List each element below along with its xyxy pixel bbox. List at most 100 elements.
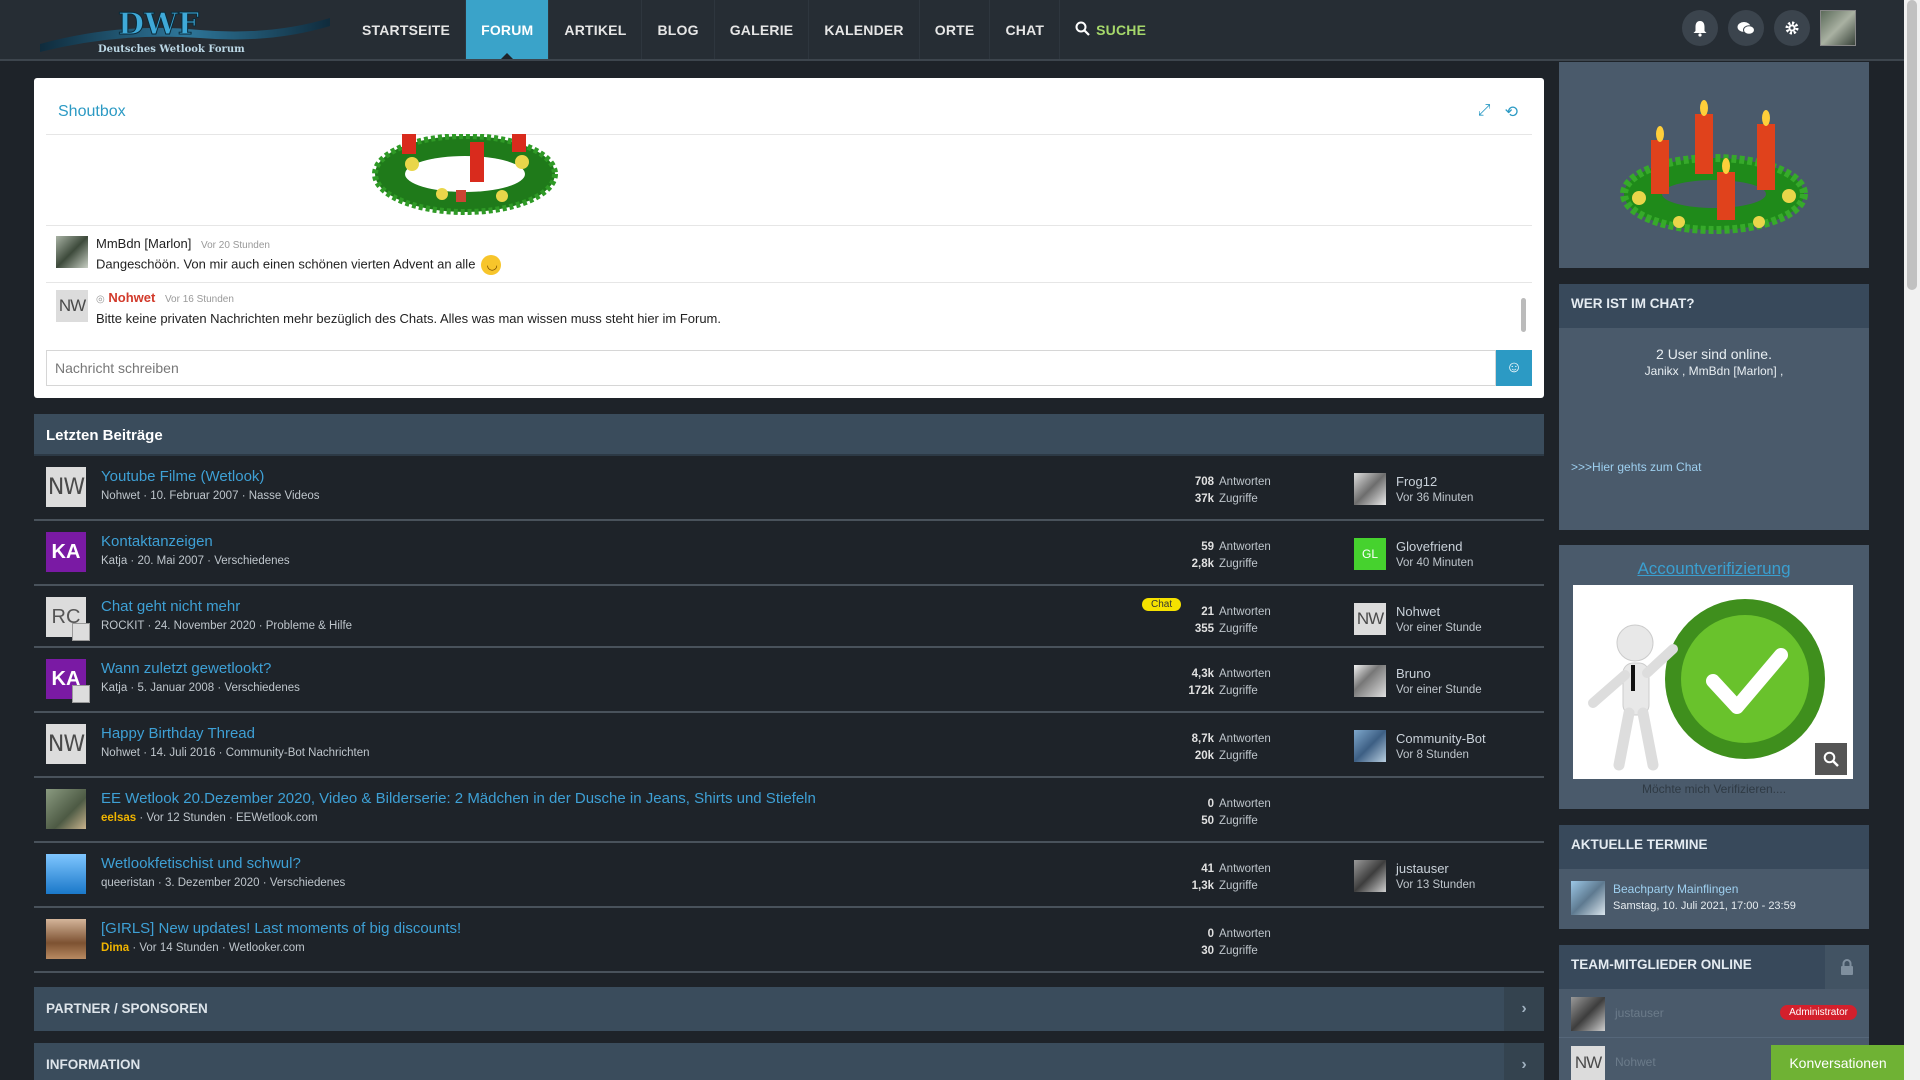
last-poster-name[interactable]: Community-Bot [1396,731,1486,746]
nav-blog[interactable]: BLOG [642,0,715,59]
avatar[interactable]: KA [46,532,86,572]
last-poster-avatar[interactable] [1354,730,1386,762]
user-tools [1682,10,1856,46]
chevron-right-icon[interactable]: › [1504,987,1544,1031]
section-partner-sponsoren[interactable]: PARTNER / SPONSOREN › [34,987,1544,1031]
event-title[interactable]: Beachparty Mainflingen [1613,882,1738,896]
last-poster-name[interactable]: Nohwet [1396,604,1440,619]
post-author[interactable]: Katja [101,555,127,567]
verify-title[interactable]: Accountverifizierung [1559,559,1869,579]
post-forum[interactable]: Wetlooker.com [229,942,305,954]
gear-icon[interactable] [1774,10,1810,46]
avatar[interactable] [56,236,88,268]
last-poster-avatar[interactable] [1354,473,1386,505]
last-poster-name[interactable]: Frog12 [1396,474,1437,489]
post-title[interactable]: Happy Birthday Thread [101,725,255,742]
emoji-icon[interactable]: ☺ [1496,350,1532,386]
scrollbar-thumb[interactable] [1907,0,1917,290]
last-poster-name[interactable]: Glovefriend [1396,539,1462,554]
avatar[interactable]: RC [46,597,90,641]
post-author[interactable]: Nohwet [101,747,140,759]
post-author[interactable]: Nohwet [101,490,140,502]
last-poster-name[interactable]: Bruno [1396,666,1431,681]
avatar[interactable] [1571,997,1605,1031]
post-forum[interactable]: Nasse Videos [249,490,320,502]
separator: · [218,747,223,759]
post-author[interactable]: ROCKIT [101,620,144,632]
avatar[interactable]: NW [56,290,88,322]
post-author[interactable]: Dima [101,942,129,954]
post-forum[interactable]: Verschiedenes [214,555,289,567]
verify-image[interactable] [1573,585,1853,779]
post-title[interactable]: Wetlookfetischist und schwul? [101,855,301,872]
shout-author-name[interactable]: Nohwet [108,290,155,305]
nav-suche[interactable]: SUCHE [1060,0,1161,59]
last-poster-avatar[interactable] [1354,665,1386,697]
team-member-name[interactable]: justauser [1615,1006,1664,1020]
site-logo[interactable]: DWF Deutsches Wetlook Forum [40,4,330,56]
post-forum[interactable]: Probleme & Hilfe [266,620,352,632]
post-author[interactable]: eelsas [101,812,136,824]
zoom-icon[interactable] [1815,743,1847,775]
chat-link[interactable]: >>>Hier gehts zum Chat [1571,460,1701,474]
avatar[interactable]: NW [1571,1046,1605,1080]
post-title[interactable]: Kontaktanzeigen [101,533,213,550]
view-count: 2,8k [1191,558,1214,570]
post-stats: 0 Antworten 30 Zugriffe [1139,926,1299,960]
post-title[interactable]: Youtube Filme (Wetlook) [101,468,264,485]
user-avatar[interactable] [1820,10,1856,46]
nav-chat[interactable]: CHAT [990,0,1061,59]
nav-kalender[interactable]: KALENDER [809,0,920,59]
shoutbox-title[interactable]: Shoutbox [58,103,126,121]
last-poster-avatar[interactable]: GL [1354,538,1386,570]
post-title[interactable]: Wann zuletzt gewetlookt? [101,660,271,677]
team-member-name[interactable]: Nohwet [1615,1055,1656,1069]
chat-user-list[interactable]: Janikx , MmBdn [Marlon] , [1559,364,1869,378]
chevron-right-icon[interactable]: › [1504,1043,1544,1080]
nav-orte[interactable]: ORTE [920,0,991,59]
last-poster-name[interactable]: justauser [1396,861,1449,876]
views-label: Zugriffe [1219,623,1258,635]
shout-message-input[interactable] [46,350,1496,386]
post-author[interactable]: queeristan [101,877,155,889]
post-forum[interactable]: Community-Bot Nachrichten [226,747,370,759]
post-stats: 4,3k Antworten 172k Zugriffe [1139,666,1299,700]
shoutbox-scrollbar[interactable] [1521,298,1526,332]
chat-bubbles-icon[interactable] [1728,10,1764,46]
lock-icon[interactable] [1825,945,1869,989]
avatar[interactable]: KA [46,659,90,703]
post-title[interactable]: EE Wetlook 20.Dezember 2020, Video & Bil… [101,790,816,807]
expand-icon[interactable]: ⤢ [1478,102,1491,122]
last-post-time: Vor 40 Minuten [1396,557,1474,569]
post-title[interactable]: [GIRLS] New updates! Last moments of big… [101,920,461,937]
nav-forum[interactable]: FORUM [466,0,550,59]
table-row: [GIRLS] New updates! Last moments of big… [34,908,1544,973]
last-poster-avatar[interactable] [1354,860,1386,892]
bell-icon[interactable] [1682,10,1718,46]
shout-author[interactable]: MmBdn [Marlon] Vor 20 Stunden [96,236,270,251]
view-count: 30 [1201,945,1214,957]
avatar[interactable] [46,919,86,959]
nav-artikel[interactable]: ARTIKEL [549,0,643,59]
post-forum[interactable]: Verschiedenes [224,682,299,694]
post-forum[interactable]: EEWetlook.com [236,812,318,824]
post-title[interactable]: Chat geht nicht mehr [101,598,240,615]
history-icon[interactable]: ⟲ [1505,102,1518,122]
verify-caption[interactable]: Möchte mich Verifizieren.... [1559,782,1869,796]
shout-author-name[interactable]: MmBdn [Marlon] [96,236,191,251]
avatar[interactable]: NW [46,724,86,764]
table-row: EE Wetlook 20.Dezember 2020, Video & Bil… [34,778,1544,843]
event-image[interactable] [1571,881,1605,915]
conversations-button[interactable]: Konversationen [1771,1045,1905,1080]
nav-startseite[interactable]: STARTSEITE [347,0,467,59]
avatar[interactable] [46,789,86,829]
page-scrollbar[interactable] [1904,0,1920,1080]
avatar[interactable] [46,854,86,894]
section-information[interactable]: INFORMATION › [34,1043,1544,1080]
post-author[interactable]: Katja [101,682,127,694]
post-forum[interactable]: Verschiedenes [270,877,345,889]
shout-author[interactable]: ◎ Nohwet Vor 16 Stunden [96,290,234,305]
avatar[interactable]: NW [46,467,86,507]
last-poster-avatar[interactable]: NW [1354,603,1386,635]
nav-galerie[interactable]: GALERIE [715,0,810,59]
